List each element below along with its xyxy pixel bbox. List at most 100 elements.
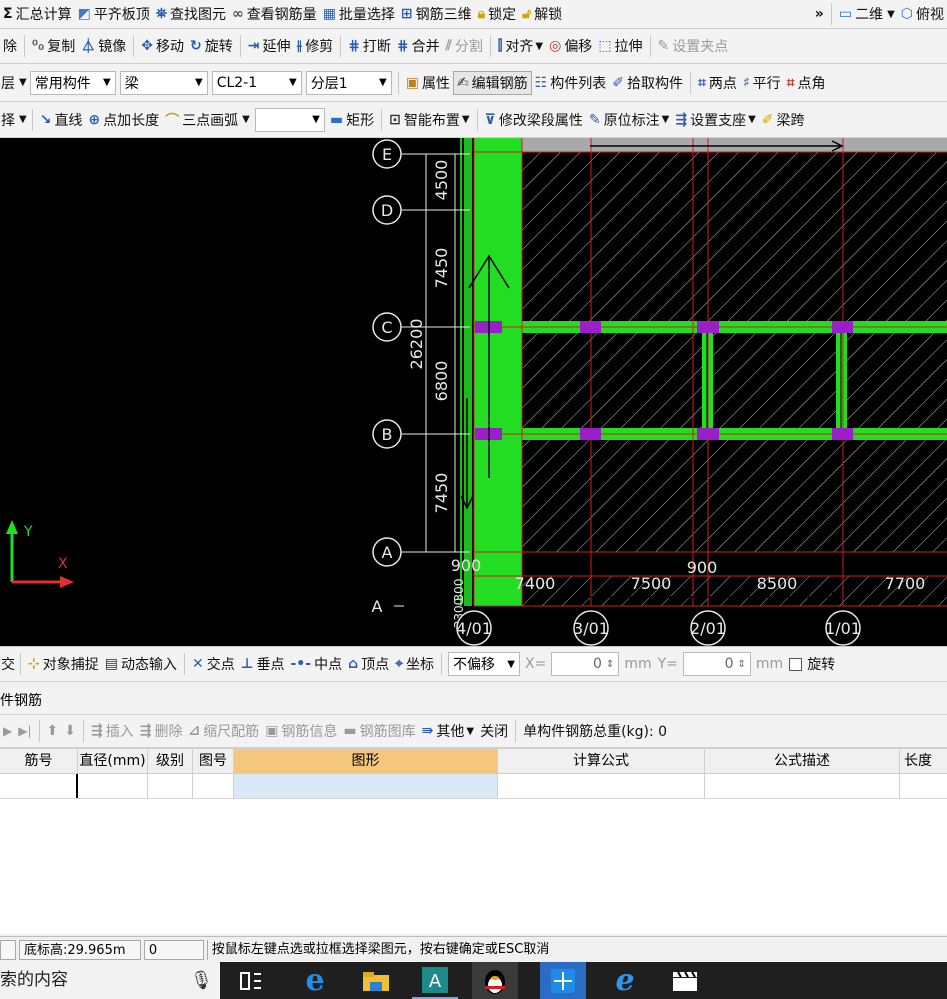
qq-icon[interactable] [472,962,518,999]
coordinate-button[interactable]: ⌖ 坐标 [392,647,437,681]
mirror-button[interactable]: ⏃ 镜像 [78,29,129,63]
edge-browser-icon[interactable]: e [292,962,338,999]
other-dropdown[interactable]: ⇛ 其他 ▼ [419,715,477,747]
component-kind-dropdown[interactable]: 梁 ▼ [119,70,208,95]
parallel-button[interactable]: ♯ 平行 [740,64,784,101]
lock-button[interactable]: 🔒︎ 锁定 [475,0,519,28]
delete-button[interactable]: 除 [0,29,20,63]
extend-button[interactable]: ⇥ 延伸 [245,29,294,63]
col-shape[interactable]: 图形 [234,749,498,773]
last-record-icon[interactable]: ▶| [15,715,34,747]
point-length-button[interactable]: ⊕ 点加长度 [85,102,162,137]
two-point-button[interactable]: ⌗ 两点 [695,64,740,101]
stretch-button[interactable]: ⬚ 拉伸 [595,29,645,63]
dynamic-input-button[interactable]: ▤ 动态输入 [102,647,180,681]
summary-calc-button[interactable]: Σ 汇总计算 [0,0,75,28]
offset-button[interactable]: ◎ 偏移 [546,29,595,63]
move-button[interactable]: ✥ 移动 [138,29,187,63]
support[interactable] [580,428,601,440]
rectangle-button[interactable]: ▬ 矩形 [327,102,377,137]
col-formula[interactable]: 计算公式 [498,749,705,773]
flush-slab-top-button[interactable]: ◩ 平齐板顶 [75,0,153,28]
col-length[interactable]: 长度(mm) [900,749,947,773]
top-view-button[interactable]: ⬡ 俯视 [898,0,947,28]
view-2d-dropdown[interactable]: ▭ 二维 ▼ [836,0,898,28]
edit-rebar-button[interactable]: ✍ 编辑钢筋 [452,70,532,95]
cell-diameter[interactable] [78,774,148,798]
delete-row-button[interactable]: ⇶ 删除 [137,715,186,747]
copy-button[interactable]: ⁰₀ 复制 [29,29,78,63]
col-formula-desc[interactable]: 公式描述 [705,749,900,773]
line-button[interactable]: ↘ 直线 [37,102,86,137]
component-list-button[interactable]: ☷ 构件列表 [532,64,610,101]
rebar-3d-button[interactable]: ⊞ 钢筋三维 [398,0,475,28]
support[interactable] [832,428,853,440]
glodon-app-icon[interactable]: A [412,962,458,999]
col-diameter[interactable]: 直径(mm) [78,749,148,773]
midpoint-button[interactable]: -•- 中点 [288,647,346,681]
cell-length[interactable] [900,774,947,798]
col-grade[interactable]: 级别 [148,749,193,773]
beam-span-button[interactable]: ✐ 梁跨 [759,102,808,137]
properties-button[interactable]: ▣ 属性 [403,64,453,101]
insert-button[interactable]: ⇶ 插入 [88,715,137,747]
offset-mode-dropdown[interactable]: 不偏移 ▼ [448,652,520,676]
object-snap-button[interactable]: ⊹ 对象捕捉 [25,647,102,681]
align-button[interactable]: ⫿ 对齐 ▼ [495,29,546,63]
drawing-canvas[interactable]: E D C B A A 4500 7450 6800 7450 26200 90… [0,138,947,646]
cell-shape[interactable] [234,774,498,798]
green-beam-edge[interactable] [460,138,472,606]
batch-select-button[interactable]: ▦ 批量选择 [320,0,398,28]
three-point-arc-button[interactable]: ⌒ 三点画弧 ▼ [162,102,253,137]
support[interactable] [697,321,719,333]
y-coordinate-input[interactable]: 0 ⇕ [682,652,751,676]
support[interactable] [832,321,853,333]
next-record-icon[interactable]: ▶ [0,715,15,747]
remote-app-icon[interactable] [540,962,586,999]
rebar-info-button[interactable]: ▣ 钢筋信息 [262,715,340,747]
split-button[interactable]: ⫽ 分割 [443,29,486,63]
intersect-toggle[interactable]: 交 [0,647,16,681]
support[interactable] [580,321,601,333]
trim-button[interactable]: ⫳ 修剪 [293,29,336,63]
layer-dropdown[interactable]: 层 ▼ [0,64,28,101]
merge-button[interactable]: ⋕ 合并 [394,29,443,63]
pick-component-button[interactable]: ✐ 拾取构件 [609,64,686,101]
view-rebar-amount-button[interactable]: ∞ 查看钢筋量 [229,0,320,28]
find-element-button[interactable]: ⛯ 查找图元 [153,0,229,28]
microphone-icon[interactable]: 🎙︎ [190,962,213,999]
in-situ-annotation-button[interactable]: ✎ 原位标注 ▼ [586,102,672,137]
rebar-library-button[interactable]: ▬ 钢筋图库 [340,715,418,747]
perpendicular-point-button[interactable]: ⊥ 垂点 [238,647,288,681]
modify-beam-span-button[interactable]: ⊽ 修改梁段属性 [482,102,586,137]
task-view-icon[interactable] [228,962,274,999]
set-grip-button[interactable]: ✎ 设置夹点 [655,29,732,63]
cell-bar-number[interactable] [0,774,78,798]
taskbar-search-box[interactable]: 索的内容 🎙︎ [0,962,220,999]
cell-figure-number[interactable] [193,774,234,798]
select-dropdown[interactable]: 择 ▼ [0,102,28,137]
unlock-button[interactable]: 🔓︎ 解锁 [519,0,565,28]
toolbar-more-button[interactable]: » [812,0,827,28]
shape-dropdown[interactable]: ▼ [254,107,325,132]
smart-layout-button[interactable]: ⊡ 智能布置 ▼ [386,102,472,137]
file-explorer-icon[interactable] [353,962,399,999]
sublayer-dropdown[interactable]: 分层1 ▼ [305,70,392,95]
cell-grade[interactable] [148,774,193,798]
video-editor-icon[interactable] [662,962,708,999]
move-up-icon[interactable]: ⬆ [44,715,62,747]
rotate-button[interactable]: ↻ 旋转 [187,29,236,63]
support[interactable] [697,428,719,440]
component-type-dropdown[interactable]: 常用构件 ▼ [29,70,116,95]
x-coordinate-input[interactable]: 0 ⇕ [551,652,620,676]
plan-drawing[interactable]: E D C B A A 4500 7450 6800 7450 26200 90… [0,138,947,646]
point-angle-button[interactable]: ⌗ 点角 [784,64,829,101]
cell-formula-desc[interactable] [705,774,900,798]
component-name-dropdown[interactable]: CL2-1 ▼ [211,70,302,95]
break-button[interactable]: ⋕ 打断 [345,29,394,63]
rotate-checkbox[interactable]: 旋转 [786,647,838,681]
table-row[interactable] [0,774,947,799]
scale-rebar-button[interactable]: ⊿ 缩尺配筋 [185,715,262,747]
col-bar-number[interactable]: 筋号 [0,749,78,773]
internet-explorer-icon[interactable]: e [602,962,648,999]
